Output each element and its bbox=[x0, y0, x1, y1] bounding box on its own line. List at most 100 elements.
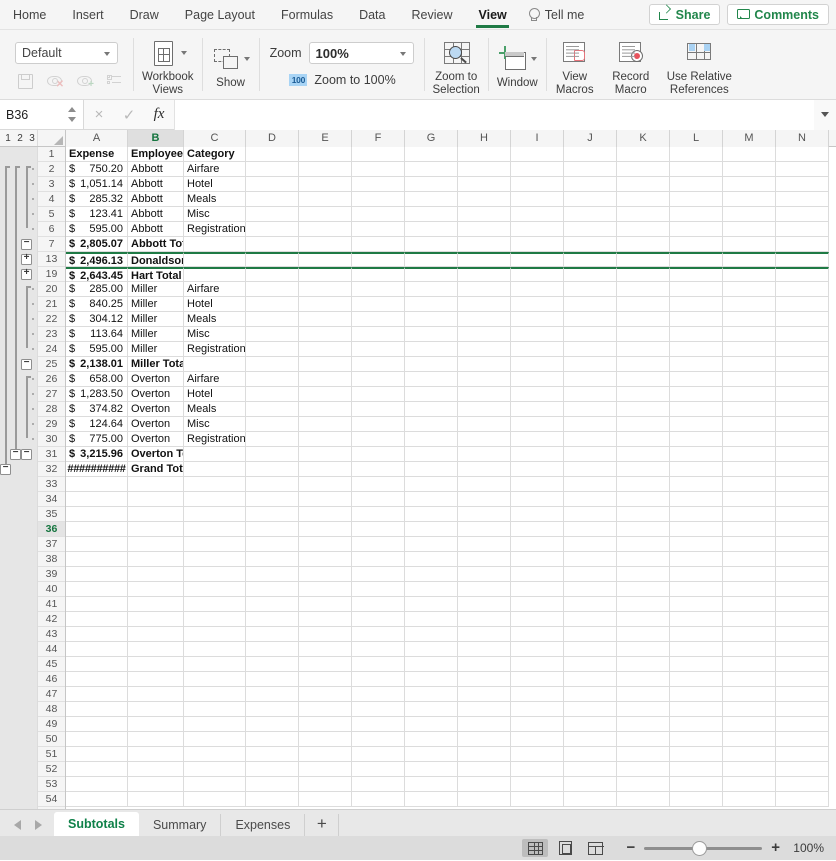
cell-A48[interactable] bbox=[66, 702, 128, 717]
cell-I13[interactable] bbox=[511, 252, 564, 267]
cell-N37[interactable] bbox=[776, 537, 829, 552]
cell-D30[interactable] bbox=[246, 432, 299, 447]
cell-I22[interactable] bbox=[511, 312, 564, 327]
cell-D19[interactable] bbox=[246, 267, 299, 282]
cell-D24[interactable] bbox=[246, 342, 299, 357]
cell-G23[interactable] bbox=[405, 327, 458, 342]
cell-B51[interactable] bbox=[128, 747, 184, 762]
page-break-view-button[interactable] bbox=[582, 839, 608, 857]
row-header-2[interactable]: 2 bbox=[38, 162, 65, 177]
cell-I44[interactable] bbox=[511, 642, 564, 657]
cell-K31[interactable] bbox=[617, 447, 670, 462]
cell-B32[interactable]: Grand Total bbox=[128, 462, 184, 477]
cell-K50[interactable] bbox=[617, 732, 670, 747]
cell-G44[interactable] bbox=[405, 642, 458, 657]
cell-N40[interactable] bbox=[776, 582, 829, 597]
cell-N29[interactable] bbox=[776, 417, 829, 432]
cell-B4[interactable]: Abbott bbox=[128, 192, 184, 207]
cell-M39[interactable] bbox=[723, 567, 776, 582]
cell-H24[interactable] bbox=[458, 342, 511, 357]
cell-D42[interactable] bbox=[246, 612, 299, 627]
cell-N24[interactable] bbox=[776, 342, 829, 357]
cell-G4[interactable] bbox=[405, 192, 458, 207]
outline-level-button-2[interactable]: 2 bbox=[15, 133, 25, 144]
cell-C30[interactable]: Registration bbox=[184, 432, 246, 447]
cell-M30[interactable] bbox=[723, 432, 776, 447]
cell-K51[interactable] bbox=[617, 747, 670, 762]
cell-G27[interactable] bbox=[405, 387, 458, 402]
cell-F41[interactable] bbox=[352, 597, 405, 612]
cell-M20[interactable] bbox=[723, 282, 776, 297]
cell-J7[interactable] bbox=[564, 237, 617, 252]
cell-J5[interactable] bbox=[564, 207, 617, 222]
outline-level-button-1[interactable]: 1 bbox=[3, 133, 13, 144]
cell-N13[interactable] bbox=[776, 252, 829, 267]
cell-J25[interactable] bbox=[564, 357, 617, 372]
cell-L36[interactable] bbox=[670, 522, 723, 537]
cell-E51[interactable] bbox=[299, 747, 352, 762]
workbook-views-button[interactable]: Workbook Views bbox=[134, 33, 202, 96]
cell-L7[interactable] bbox=[670, 237, 723, 252]
cell-N53[interactable] bbox=[776, 777, 829, 792]
cell-H44[interactable] bbox=[458, 642, 511, 657]
cell-N39[interactable] bbox=[776, 567, 829, 582]
cell-K23[interactable] bbox=[617, 327, 670, 342]
cell-N41[interactable] bbox=[776, 597, 829, 612]
row-header-28[interactable]: 28 bbox=[38, 402, 65, 417]
sheet-tab-summary[interactable]: Summary bbox=[139, 814, 222, 836]
zoom-to-100-button[interactable]: 100 Zoom to 100% bbox=[287, 73, 396, 87]
cell-M7[interactable] bbox=[723, 237, 776, 252]
cell-L28[interactable] bbox=[670, 402, 723, 417]
cell-B1[interactable]: Employee bbox=[128, 147, 184, 162]
outline-collapse-level2[interactable]: − bbox=[10, 447, 21, 460]
ribbon-tab-review[interactable]: Review bbox=[398, 0, 465, 30]
cell-D50[interactable] bbox=[246, 732, 299, 747]
row-header-39[interactable]: 39 bbox=[38, 567, 65, 582]
cell-L34[interactable] bbox=[670, 492, 723, 507]
cell-N27[interactable] bbox=[776, 387, 829, 402]
cell-G52[interactable] bbox=[405, 762, 458, 777]
sheet-tab-expenses[interactable]: Expenses bbox=[221, 814, 306, 836]
cell-I43[interactable] bbox=[511, 627, 564, 642]
cell-L2[interactable] bbox=[670, 162, 723, 177]
cell-C3[interactable]: Hotel bbox=[184, 177, 246, 192]
window-button[interactable]: Window bbox=[489, 39, 546, 90]
column-header-M[interactable]: M bbox=[723, 130, 776, 147]
cell-G47[interactable] bbox=[405, 687, 458, 702]
cell-B40[interactable] bbox=[128, 582, 184, 597]
row-header-25[interactable]: 25 bbox=[38, 357, 65, 372]
cell-M33[interactable] bbox=[723, 477, 776, 492]
cell-G45[interactable] bbox=[405, 657, 458, 672]
cell-H7[interactable] bbox=[458, 237, 511, 252]
column-header-D[interactable]: D bbox=[246, 130, 299, 147]
cell-C42[interactable] bbox=[184, 612, 246, 627]
cell-F13[interactable] bbox=[352, 252, 405, 267]
column-header-L[interactable]: L bbox=[670, 130, 723, 147]
cell-F33[interactable] bbox=[352, 477, 405, 492]
outline-expand-donaldson[interactable]: + bbox=[21, 252, 32, 265]
cell-G33[interactable] bbox=[405, 477, 458, 492]
cell-H20[interactable] bbox=[458, 282, 511, 297]
cell-L48[interactable] bbox=[670, 702, 723, 717]
cell-N33[interactable] bbox=[776, 477, 829, 492]
cell-L35[interactable] bbox=[670, 507, 723, 522]
cell-I42[interactable] bbox=[511, 612, 564, 627]
outline-expand-hart[interactable]: + bbox=[21, 267, 32, 280]
cell-C7[interactable] bbox=[184, 237, 246, 252]
cell-L45[interactable] bbox=[670, 657, 723, 672]
cell-N34[interactable] bbox=[776, 492, 829, 507]
share-button[interactable]: Share bbox=[648, 4, 721, 25]
row-header-46[interactable]: 46 bbox=[38, 672, 65, 687]
cell-G20[interactable] bbox=[405, 282, 458, 297]
cell-G31[interactable] bbox=[405, 447, 458, 462]
cell-M41[interactable] bbox=[723, 597, 776, 612]
cell-N20[interactable] bbox=[776, 282, 829, 297]
cell-G50[interactable] bbox=[405, 732, 458, 747]
chevron-down-icon[interactable] bbox=[530, 57, 537, 62]
cell-K2[interactable] bbox=[617, 162, 670, 177]
cell-D6[interactable] bbox=[246, 222, 299, 237]
row-header-44[interactable]: 44 bbox=[38, 642, 65, 657]
cell-M28[interactable] bbox=[723, 402, 776, 417]
cell-L54[interactable] bbox=[670, 792, 723, 807]
cell-M19[interactable] bbox=[723, 267, 776, 282]
